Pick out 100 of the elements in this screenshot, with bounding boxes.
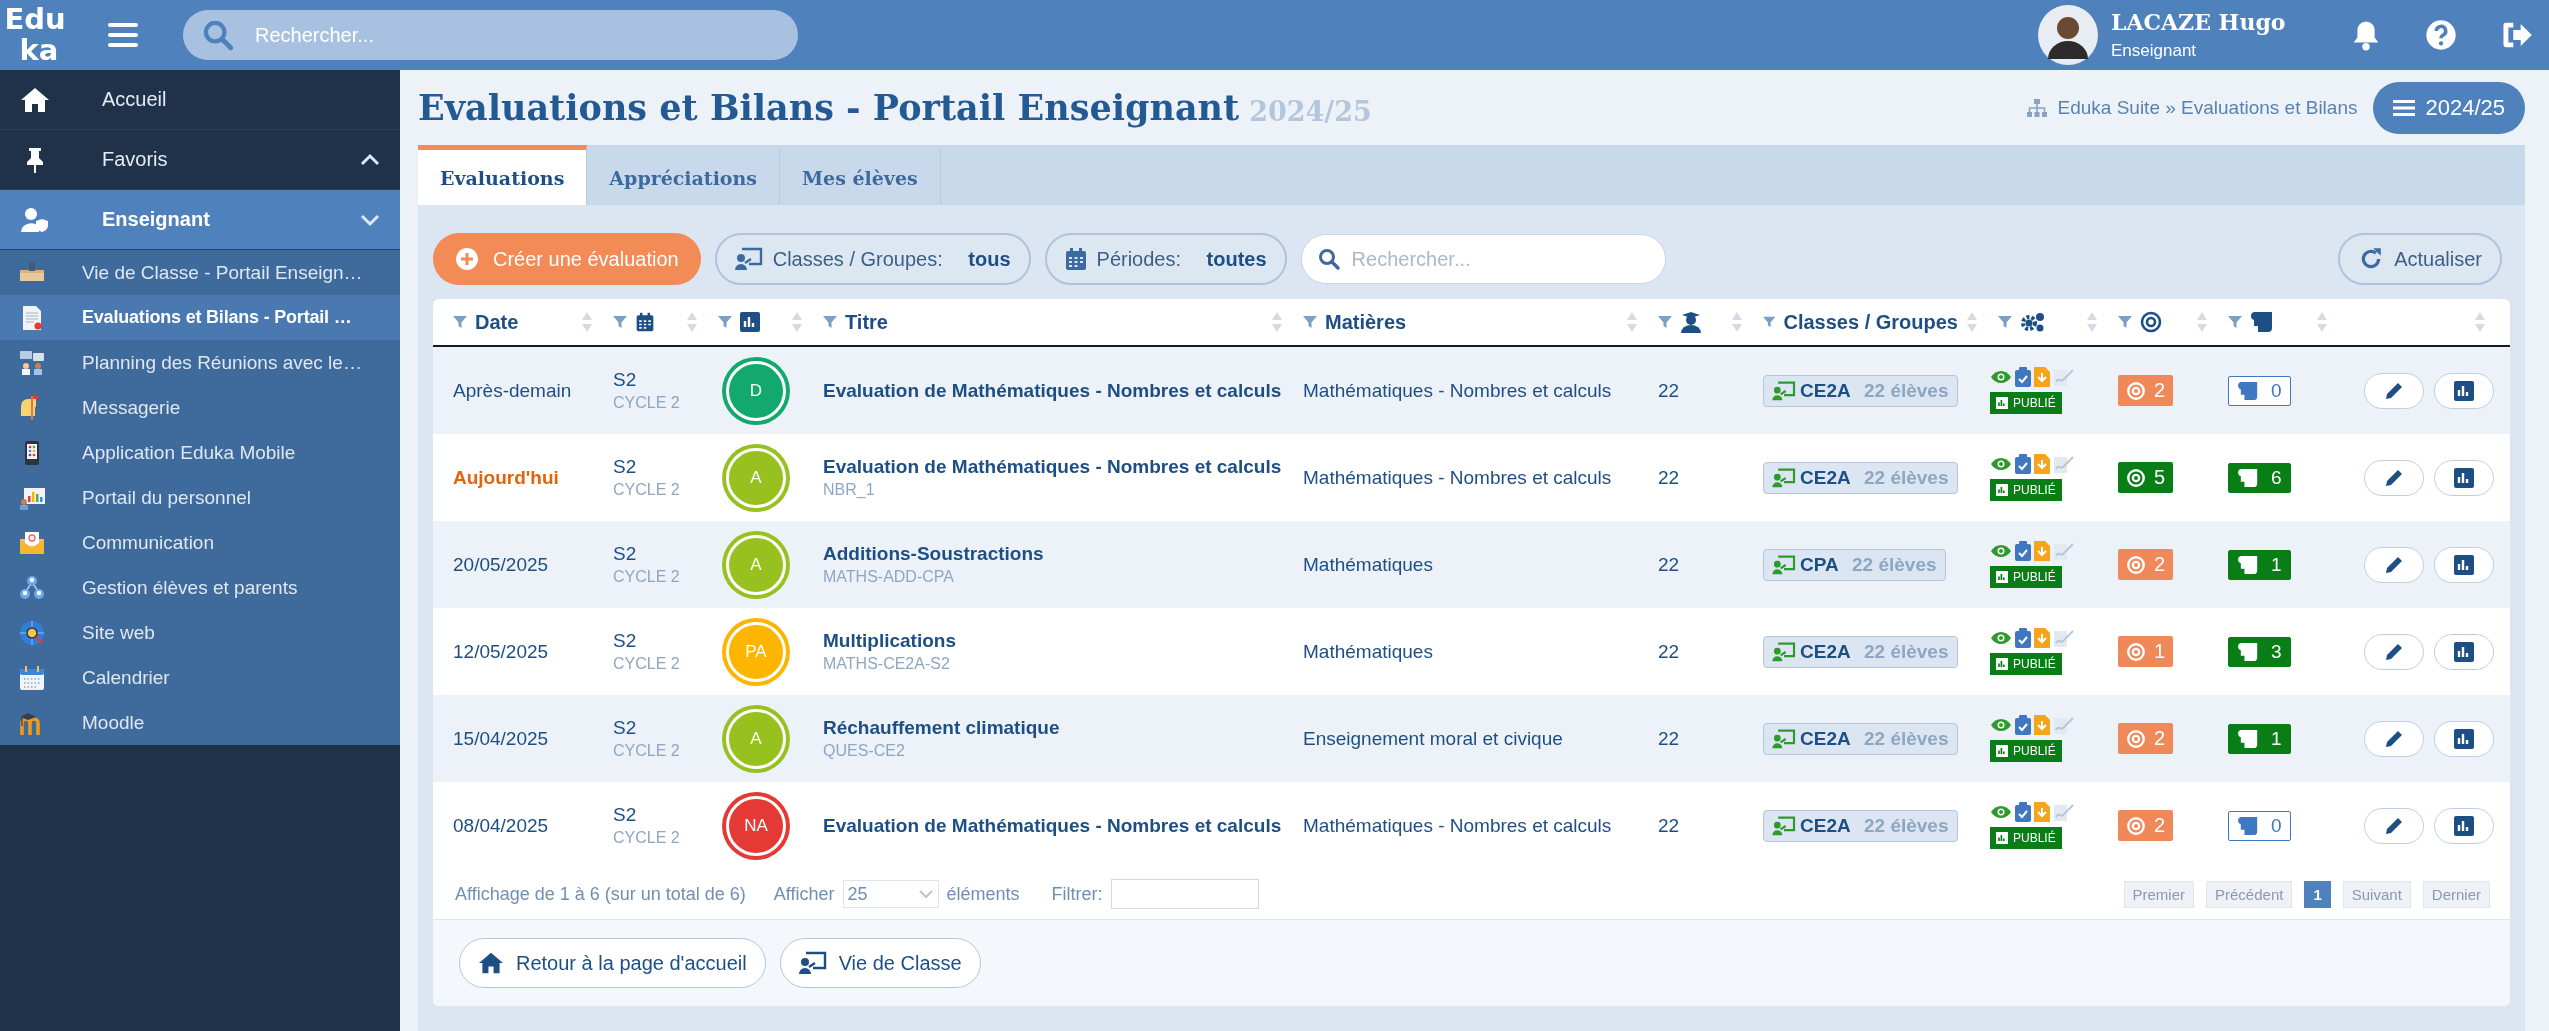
refresh-button[interactable]: Actualiser <box>2338 233 2502 285</box>
sidebar-item[interactable]: Site web <box>0 610 400 655</box>
table-row[interactable]: 08/04/2025 S2 CYCLE 2 NA Evaluation de Mathématiques - Nombres et calculs Mathématiques - Nombres et calculs 22 CE2A 22 élèves PUBLIÉ 2 0 <box>433 782 2510 869</box>
user-avatar[interactable] <box>2037 4 2099 66</box>
breadcrumb[interactable]: Eduka Suite » Evaluations et Bilans <box>2057 96 2358 119</box>
comment-count[interactable]: 0 <box>2228 810 2291 841</box>
target-icon[interactable] <box>2140 311 2162 333</box>
class-tag[interactable]: CE2A 22 élèves <box>1763 461 1958 494</box>
bell-icon[interactable] <box>2351 19 2381 51</box>
class-tag[interactable]: CE2A 22 élèves <box>1763 635 1958 668</box>
sidebar-item[interactable]: Application Eduka Mobile <box>0 430 400 475</box>
table-row[interactable]: 15/04/2025 S2 CYCLE 2 A Réchauffement climatique QUES-CE2 Enseignement moral et civique 22 CE2A 22 élèves PUBLIÉ 2 1 <box>433 695 2510 782</box>
pencil-icon <box>2384 467 2404 488</box>
statistics-button[interactable] <box>2434 546 2494 583</box>
column-header[interactable]: Date <box>475 310 519 334</box>
filter-icon[interactable] <box>1303 315 1317 329</box>
evaluation-title[interactable]: Evaluation de Mathématiques - Nombres et calculs <box>823 379 1282 402</box>
edit-button[interactable] <box>2364 633 2424 670</box>
help-icon[interactable] <box>2425 19 2457 51</box>
logo[interactable]: Edu ka <box>0 0 70 70</box>
class-tag[interactable]: CPA 22 élèves <box>1763 548 1946 581</box>
filter-icon[interactable] <box>453 315 467 329</box>
filter-icon[interactable] <box>1658 315 1672 329</box>
table-row[interactable]: 20/05/2025 S2 CYCLE 2 A Additions-Soustractions MATHS-ADD-CPA Mathématiques 22 CPA 22 élèves PUBLIÉ 2 1 <box>433 521 2510 608</box>
filter-icon[interactable] <box>1998 315 2012 329</box>
filter-icon[interactable] <box>823 315 837 329</box>
pagination-button[interactable]: 1 <box>2304 880 2331 908</box>
statistics-button[interactable] <box>2434 372 2494 409</box>
sidebar-item[interactable]: Calendrier <box>0 655 400 700</box>
sidebar-item[interactable]: Portail du personnel <box>0 475 400 520</box>
tab[interactable]: Evaluations <box>418 145 588 205</box>
statistics-button[interactable] <box>2434 633 2494 670</box>
student-icon[interactable] <box>1680 311 1702 333</box>
sidebar-item[interactable]: Communication <box>0 520 400 565</box>
bar-chart-icon[interactable] <box>740 312 760 332</box>
sidebar-item[interactable]: Messagerie <box>0 385 400 430</box>
class-tag[interactable]: CE2A 22 élèves <box>1763 374 1958 407</box>
evaluation-title[interactable]: Réchauffement climatique <box>823 717 1060 739</box>
user-role: Enseignant <box>2111 41 2198 61</box>
class-tag[interactable]: CE2A 22 élèves <box>1763 809 1958 842</box>
filter-field[interactable] <box>1110 879 1259 909</box>
comment-count[interactable]: 1 <box>2228 723 2291 754</box>
status-badge: PUBLIÉ <box>1990 740 2062 762</box>
edit-button[interactable] <box>2364 372 2424 409</box>
evaluation-title[interactable]: Multiplications <box>823 630 956 652</box>
sidebar-item[interactable]: Moodle <box>0 700 400 745</box>
nav-button[interactable]: Retour à la page d'accueil <box>459 938 766 988</box>
sidebar-item[interactable]: Planning des Réunions avec le… <box>0 340 400 385</box>
table-row[interactable]: Après-demain S2 CYCLE 2 D Evaluation de Mathématiques - Nombres et calculs Mathématiques - Nombres et calculs 22 CE2A 22 élèves PUBLIÉ 2 0 <box>433 347 2510 434</box>
sidebar-item[interactable]: Evaluations et Bilans - Portail … <box>0 295 400 340</box>
edit-button[interactable] <box>2364 807 2424 844</box>
logout-icon[interactable] <box>2501 20 2533 50</box>
edit-button[interactable] <box>2364 546 2424 583</box>
filter-icon[interactable] <box>2118 315 2132 329</box>
cycle-text: CYCLE 2 <box>613 829 680 847</box>
bar-chart-icon <box>1996 745 2008 757</box>
class-tag[interactable]: CE2A 22 élèves <box>1763 722 1958 755</box>
sidebar-item[interactable]: Enseignant <box>0 190 400 250</box>
column-header[interactable]: Classes / Groupes <box>1783 310 1958 334</box>
people-icon <box>18 348 46 377</box>
classroom-icon <box>1772 554 1796 575</box>
search-field[interactable]: Rechercher... <box>183 10 798 60</box>
subject-text: Mathématiques - Nombres et calculs <box>1303 379 1612 402</box>
table-row[interactable]: Aujourd'hui S2 CYCLE 2 A Evaluation de Mathématiques - Nombres et calculs NBR_1 Mathématiques - Nombres et calculs 22 CE2A 22 élèves PUBLIÉ 5 6 <box>433 434 2510 521</box>
comment-count[interactable]: 1 <box>2228 549 2291 580</box>
sidebar-item[interactable]: Accueil <box>0 70 400 130</box>
edit-button[interactable] <box>2364 459 2424 496</box>
subject-text: Mathématiques <box>1303 640 1433 663</box>
filter-icon[interactable] <box>718 315 732 329</box>
statistics-button[interactable] <box>2434 807 2494 844</box>
evaluation-title[interactable]: Evaluation de Mathématiques - Nombres et calculs <box>823 456 1282 478</box>
statistics-button[interactable] <box>2434 459 2494 496</box>
sidebar-item[interactable]: Vie de Classe - Portail Enseign… <box>0 250 400 295</box>
filter-button[interactable]: Périodes: toutes <box>1044 233 1287 285</box>
evaluation-title[interactable]: Evaluation de Mathématiques - Nombres et calculs <box>823 814 1282 837</box>
sidebar-item[interactable]: Gestion élèves et parents <box>0 565 400 610</box>
year-button[interactable]: 2024/25 <box>2373 81 2525 134</box>
filter-icon[interactable] <box>1763 315 1776 329</box>
column-header[interactable]: Titre <box>845 310 888 334</box>
filter-icon[interactable] <box>2228 315 2242 329</box>
classroom-icon <box>1772 815 1796 836</box>
filter-button[interactable]: Classes / Groupes: tous <box>714 233 1031 285</box>
table-row[interactable]: 12/05/2025 S2 CYCLE 2 PA Multiplications MATHS-CE2A-S2 Mathématiques 22 CE2A 22 élèves PUBLIÉ 1 3 <box>433 608 2510 695</box>
edit-button[interactable] <box>2364 720 2424 757</box>
column-header[interactable]: Matières <box>1325 310 1407 334</box>
nav-button[interactable]: Vie de Classe <box>779 938 981 988</box>
statistics-button[interactable] <box>2434 720 2494 757</box>
comment-count[interactable]: 0 <box>2228 375 2291 406</box>
caret-icon <box>917 889 934 899</box>
calendar-icon[interactable] <box>635 312 655 332</box>
date-text: 12/05/2025 <box>453 640 549 663</box>
search-field[interactable]: Rechercher... <box>1300 234 1666 284</box>
comment-count[interactable]: 6 <box>2228 462 2291 493</box>
menu-icon[interactable] <box>108 22 138 48</box>
target-count[interactable]: 5 <box>2118 462 2174 493</box>
eye-icon <box>1990 631 2012 645</box>
evaluation-title[interactable]: Additions-Soustractions <box>823 543 1044 565</box>
filter-icon[interactable] <box>613 315 627 329</box>
page-size-select[interactable]: 25 <box>842 880 939 908</box>
comment-count[interactable]: 3 <box>2228 636 2291 667</box>
